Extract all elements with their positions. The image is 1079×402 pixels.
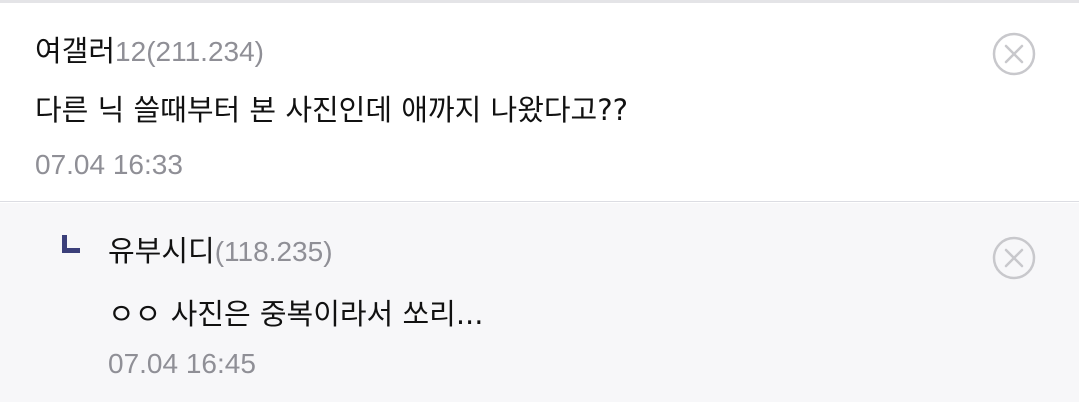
comment-author[interactable]: 여갤러12(211.234) [35, 33, 264, 70]
reply-nickname[interactable]: 유부시디 [108, 234, 215, 268]
comment-ip: (211.234) [146, 36, 264, 67]
comment-text: 다른 닉 쓸때부터 본 사진인데 애까지 나왔다고?? [35, 93, 629, 127]
comment-item: 여갤러12(211.234) 다른 닉 쓸때부터 본 사진인데 애까지 나왔다고… [0, 3, 1079, 202]
delete-comment-button[interactable] [992, 32, 1036, 76]
close-circle-icon [992, 32, 1036, 76]
reply-timestamp: 07.04 16:45 [108, 348, 256, 379]
comment-nickname[interactable]: 여갤러 [35, 34, 115, 68]
reply-author[interactable]: 유부시디(118.235) [108, 233, 333, 270]
reply-ip: (118.235) [214, 236, 333, 267]
reply-item: 유부시디(118.235) ㅇㅇ 사진은 중복이라서 쏘리... 07.04 1… [0, 203, 1079, 402]
comment-timestamp: 07.04 16:33 [35, 149, 183, 180]
reply-text: ㅇㅇ 사진은 중복이라서 쏘리... [108, 297, 484, 331]
reply-corner-icon [60, 233, 82, 255]
comment-id-suffix: 12 [115, 36, 147, 67]
delete-reply-button[interactable] [992, 236, 1036, 280]
close-circle-icon [992, 236, 1036, 280]
